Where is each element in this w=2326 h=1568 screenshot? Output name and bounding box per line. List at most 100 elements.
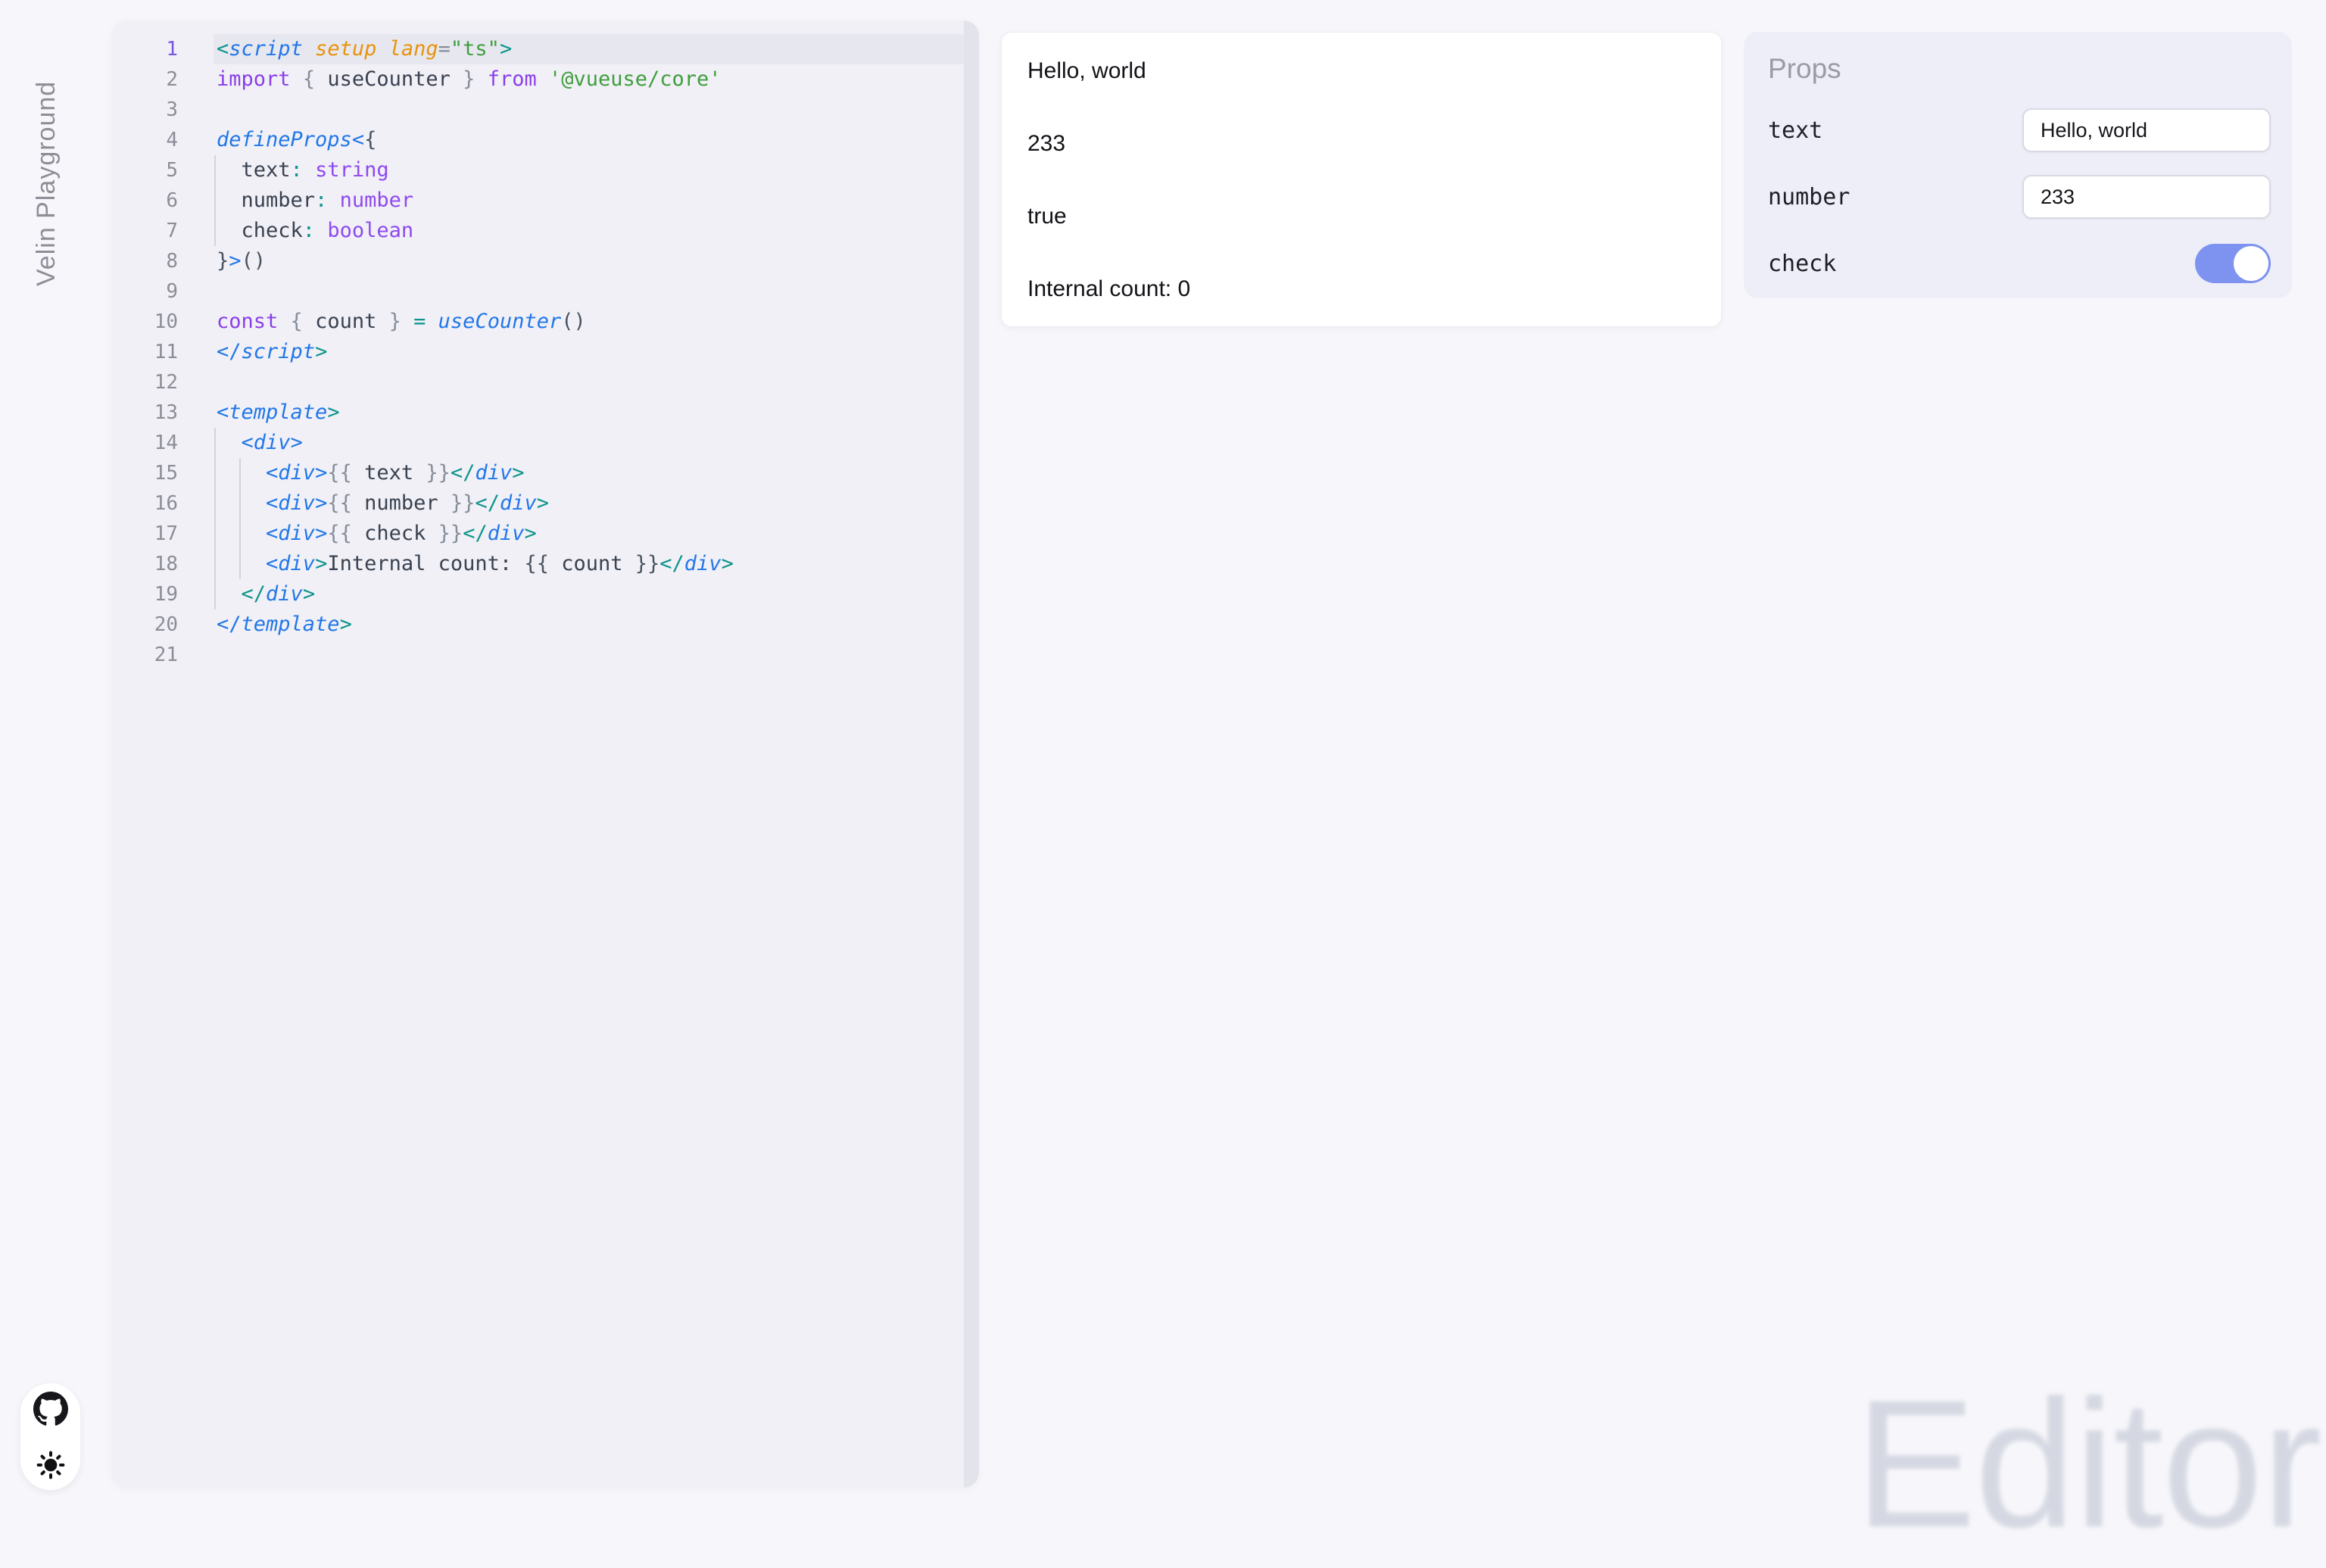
- line-number: 4: [111, 125, 178, 155]
- line-number: 6: [111, 185, 178, 216]
- indent-guide: [214, 185, 216, 216]
- line-number: 14: [111, 428, 178, 458]
- props-rows: text number check: [1744, 97, 2292, 297]
- prop-toggle-check[interactable]: [2195, 244, 2271, 283]
- indent-guide: [214, 428, 216, 458]
- indent-guide: [214, 579, 216, 609]
- prop-row-text: text: [1744, 97, 2292, 164]
- code-line[interactable]: 12: [111, 367, 979, 397]
- line-number: 13: [111, 397, 178, 428]
- toggle-knob: [2234, 246, 2268, 281]
- app-title-text: Velin Playground: [30, 81, 62, 286]
- indent-guide: [239, 488, 241, 519]
- line-number: 8: [111, 246, 178, 276]
- sun-icon: [36, 1450, 66, 1480]
- code-line[interactable]: 13 <template>: [111, 397, 979, 428]
- bottom-action-pill: [20, 1383, 80, 1490]
- preview-panel: Hello, world233trueInternal count: 0: [1001, 32, 1722, 327]
- props-panel-title: Props: [1768, 53, 2292, 85]
- code-text: </template>: [217, 609, 959, 640]
- code-line[interactable]: 19 </div>: [111, 579, 979, 609]
- indent-guide: [214, 519, 216, 549]
- line-number: 15: [111, 458, 178, 488]
- code-text: </div>: [217, 579, 959, 609]
- prop-label-text: text: [1768, 117, 1822, 144]
- code-line[interactable]: 3: [111, 95, 979, 125]
- code-line[interactable]: 8 }>(): [111, 246, 979, 276]
- line-number: 11: [111, 337, 178, 367]
- code-line[interactable]: 7 check: boolean: [111, 216, 979, 246]
- preview-line: Internal count: 0: [1002, 253, 1721, 326]
- editor-scrollbar[interactable]: [964, 20, 979, 1488]
- code-line[interactable]: 16 <div>{{ number }}</div>: [111, 488, 979, 519]
- prop-label-check: check: [1768, 251, 1836, 277]
- code-text: <div>{{ text }}</div>: [217, 458, 959, 488]
- code-line[interactable]: 4 defineProps<{: [111, 125, 979, 155]
- preview-line: Hello, world: [1002, 35, 1721, 108]
- prop-row-number: number: [1744, 164, 2292, 230]
- prop-row-check: check: [1744, 230, 2292, 297]
- code-text: <div>{{ number }}</div>: [217, 488, 959, 519]
- code-editor-panel[interactable]: 1 <script setup lang="ts"> 2 import { useCo…: [111, 20, 979, 1488]
- code-line[interactable]: 20 </template>: [111, 609, 979, 640]
- indent-guide: [214, 155, 216, 185]
- line-number: 3: [111, 95, 178, 125]
- code-line[interactable]: 18 <div>Internal count: {{ count }}</div…: [111, 549, 979, 579]
- code-line[interactable]: 10 const { count } = useCounter(): [111, 307, 979, 337]
- code-text: </script>: [217, 337, 959, 367]
- line-number: 1: [111, 34, 178, 64]
- line-number: 7: [111, 216, 178, 246]
- line-number: 9: [111, 276, 178, 307]
- code-text: }>(): [217, 246, 959, 276]
- line-number: 5: [111, 155, 178, 185]
- code-text: defineProps<{: [217, 125, 959, 155]
- code-line[interactable]: 11 </script>: [111, 337, 979, 367]
- line-number: 2: [111, 64, 178, 95]
- code-line[interactable]: 15 <div>{{ text }}</div>: [111, 458, 979, 488]
- code-text: const { count } = useCounter(): [217, 307, 959, 337]
- preview-line: 233: [1002, 108, 1721, 180]
- indent-guide: [214, 549, 216, 579]
- code-line[interactable]: 2 import { useCounter } from '@vueuse/cor…: [111, 64, 979, 95]
- line-number: 19: [111, 579, 178, 609]
- app-title: Velin Playground: [30, 35, 65, 286]
- code-text: import { useCounter } from '@vueuse/core…: [217, 64, 959, 95]
- line-number: 18: [111, 549, 178, 579]
- line-number: 21: [111, 640, 178, 670]
- code-line[interactable]: 1 <script setup lang="ts">: [111, 34, 979, 64]
- code-line[interactable]: 6 number: number: [111, 185, 979, 216]
- indent-guide: [239, 519, 241, 549]
- indent-guide: [239, 458, 241, 488]
- preview-output: Hello, world233trueInternal count: 0: [1002, 35, 1721, 326]
- code-line[interactable]: 17 <div>{{ check }}</div>: [111, 519, 979, 549]
- line-number: 10: [111, 307, 178, 337]
- prop-input-text[interactable]: [2022, 108, 2271, 152]
- code-line[interactable]: 9: [111, 276, 979, 307]
- code-text: <div>{{ check }}</div>: [217, 519, 959, 549]
- github-icon: [33, 1392, 68, 1426]
- line-number: 12: [111, 367, 178, 397]
- prop-input-number[interactable]: [2022, 175, 2271, 219]
- indent-guide: [214, 488, 216, 519]
- prop-label-number: number: [1768, 184, 1850, 210]
- code-line[interactable]: 5 text: string: [111, 155, 979, 185]
- code-text: check: boolean: [217, 216, 959, 246]
- code-line[interactable]: 21: [111, 640, 979, 670]
- code-text: text: string: [217, 155, 959, 185]
- code-lines: 1 <script setup lang="ts"> 2 import { useCo…: [111, 34, 979, 670]
- code-line[interactable]: 14 <div>: [111, 428, 979, 458]
- code-text: <template>: [217, 397, 959, 428]
- editor-watermark: Editor: [1855, 1359, 2321, 1568]
- indent-guide: [214, 216, 216, 246]
- line-number: 17: [111, 519, 178, 549]
- theme-toggle-button[interactable]: [33, 1448, 68, 1482]
- preview-line: true: [1002, 180, 1721, 253]
- github-link-button[interactable]: [33, 1392, 68, 1426]
- line-number: 20: [111, 609, 178, 640]
- props-panel: Props text number check: [1744, 32, 2292, 298]
- code-text: number: number: [217, 185, 959, 216]
- indent-guide: [239, 549, 241, 579]
- indent-guide: [214, 458, 216, 488]
- code-text: <script setup lang="ts">: [217, 34, 959, 64]
- line-number: 16: [111, 488, 178, 519]
